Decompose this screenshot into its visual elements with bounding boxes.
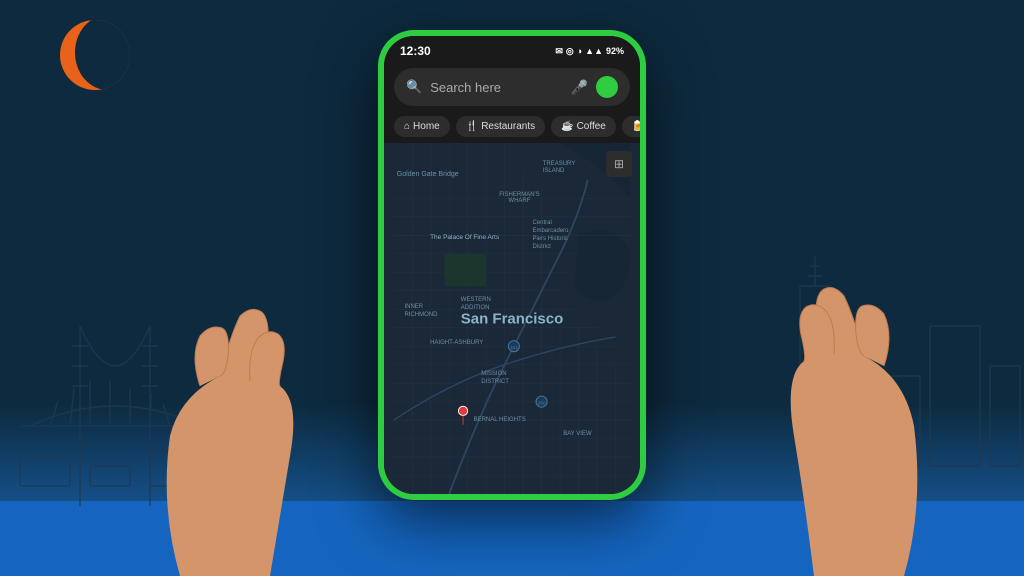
map-label-inner-richmond: INNERRICHMOND — [404, 304, 437, 320]
layer-button[interactable]: ⊞ — [606, 151, 632, 177]
map-label-golden-gate: Golden Gate Bridge — [397, 171, 459, 178]
svg-text:101: 101 — [510, 345, 518, 350]
map-label-mission: MISSIONDISTRICT — [481, 371, 509, 387]
bar-icon: 🍺 — [632, 121, 640, 132]
filter-chips: ⌂ Home 🍴 Restaurants ☕ Coffee 🍺 B — [384, 112, 640, 143]
status-time: 12:30 — [400, 44, 431, 58]
chip-bar[interactable]: 🍺 B — [622, 116, 640, 137]
email-icon: ✉ — [555, 46, 563, 57]
chip-restaurants-label: Restaurants — [481, 121, 535, 132]
svg-text:280: 280 — [538, 400, 546, 405]
phone-screen: 12:30 ✉ ◎ ◑ ▲▲ 92% 🔍 Search here 🎤 ⌂ Hom… — [384, 36, 640, 494]
home-icon: ⌂ — [404, 121, 410, 132]
status-bar: 12:30 ✉ ◎ ◑ ▲▲ 92% — [384, 36, 640, 62]
chip-coffee-label: Coffee — [577, 121, 606, 132]
map-label-bernal: BERNAL HEIGHTS — [474, 417, 526, 423]
hand-right — [744, 226, 944, 576]
coffee-icon: ☕ — [561, 121, 573, 132]
restaurants-icon: 🍴 — [466, 121, 478, 132]
map-view[interactable]: 101 280 Golden Gate Bridge FISHERMAN'SWH… — [384, 143, 640, 494]
chip-home[interactable]: ⌂ Home — [394, 116, 450, 137]
search-bar[interactable]: 🔍 Search here 🎤 — [394, 68, 630, 106]
phone-device: 12:30 ✉ ◎ ◑ ▲▲ 92% 🔍 Search here 🎤 ⌂ Hom… — [378, 30, 646, 500]
map-label-palace-fine-arts: The Palace Of Fine Arts — [430, 234, 499, 241]
map-label-treasury: TREASURYISLAND — [543, 161, 576, 177]
map-label-city-name: San Francisco — [461, 310, 564, 327]
map-label-haight-ashbury: HAIGHT-ASHBURY — [430, 340, 483, 346]
search-bar-container: 🔍 Search here 🎤 — [384, 62, 640, 112]
map-label-embarcadero: CentralEmbarcaderoPiers HistoricDistrict — [532, 220, 568, 251]
signal-icon: ▲▲ — [585, 46, 603, 56]
hand-left — [140, 256, 340, 576]
map-label-bayview: BAY VIEW — [563, 431, 591, 437]
search-placeholder[interactable]: Search here — [430, 80, 562, 95]
search-icon: 🔍 — [406, 79, 422, 95]
moon — [60, 20, 130, 90]
status-icons: ✉ ◎ ◑ ▲▲ 92% — [555, 46, 624, 57]
battery-level: 92% — [606, 46, 624, 56]
headphones-icon: ◑ — [577, 46, 582, 56]
chip-coffee[interactable]: ☕ Coffee — [551, 116, 616, 137]
chip-restaurants[interactable]: 🍴 Restaurants — [456, 116, 545, 137]
chip-home-label: Home — [413, 121, 440, 132]
green-avatar-dot[interactable] — [596, 76, 618, 98]
microphone-icon[interactable]: 🎤 — [571, 79, 588, 96]
location-icon: ◎ — [566, 46, 574, 57]
map-label-fishermans-wharf: FISHERMAN'SWHARF — [499, 192, 539, 204]
